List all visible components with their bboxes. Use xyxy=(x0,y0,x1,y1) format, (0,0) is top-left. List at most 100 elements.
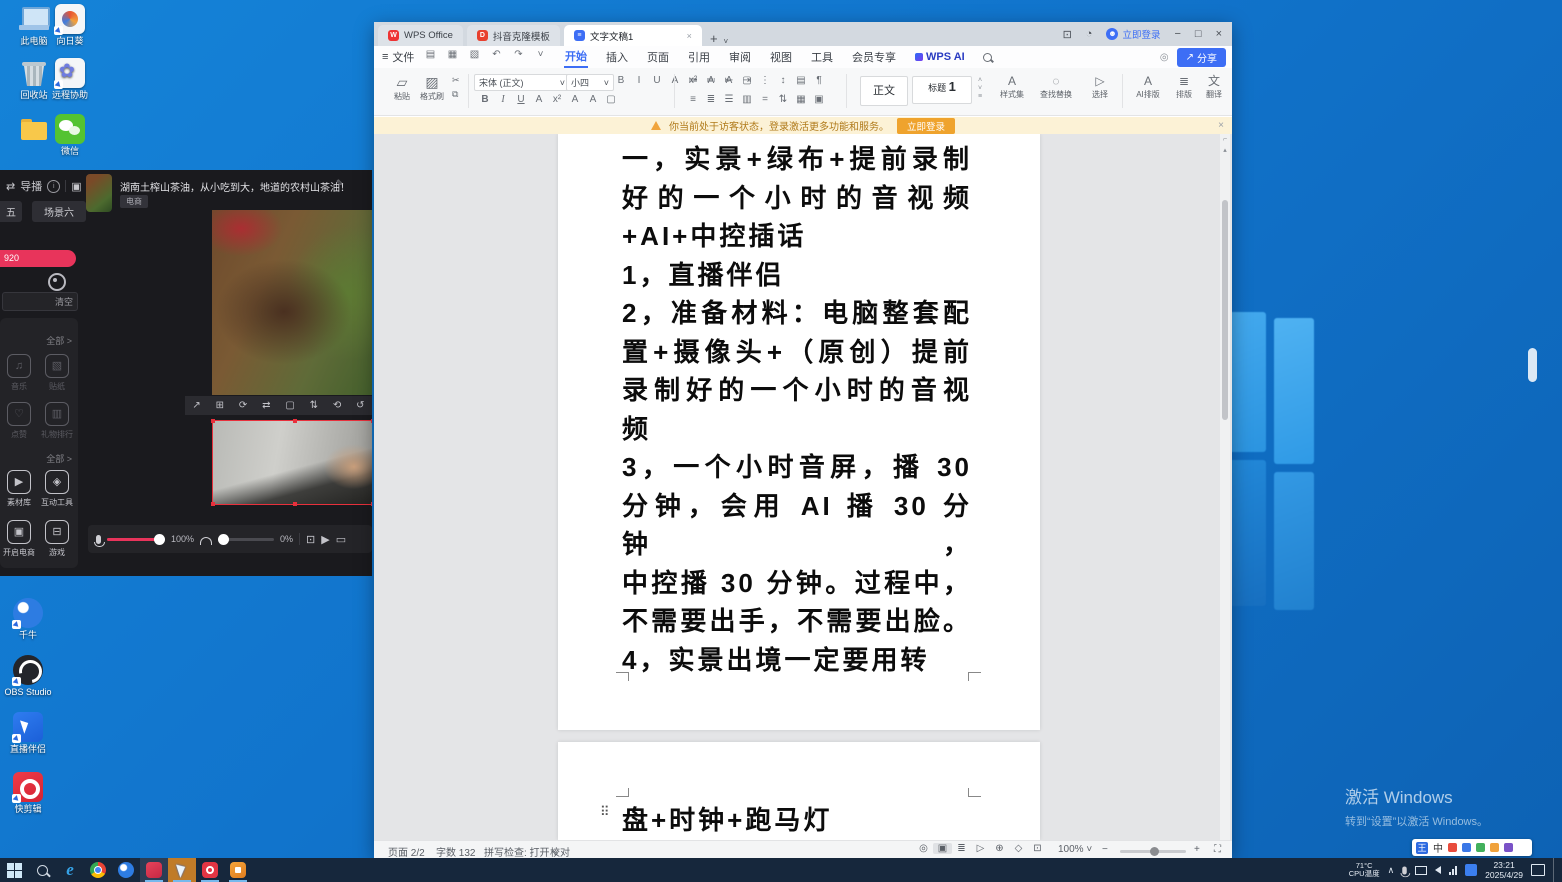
distribute-icon[interactable]: = xyxy=(756,94,774,105)
input-method-tray-icon[interactable] xyxy=(1465,864,1477,876)
crop-icon[interactable]: ▢ xyxy=(285,400,294,411)
rotate-icon[interactable]: ⟳ xyxy=(239,400,247,411)
cut-icon[interactable]: ✂ xyxy=(452,75,460,86)
vertical-scrollbar[interactable]: ⌐ ▴ xyxy=(1220,134,1230,840)
microphone-icon[interactable] xyxy=(96,535,101,544)
zoom-slider[interactable] xyxy=(1120,850,1186,853)
tab-review[interactable]: 审阅 xyxy=(728,47,752,67)
tab-list-dropdown-icon[interactable]: ˅ xyxy=(724,37,729,46)
skin-settings-icon[interactable]: ◔ xyxy=(1086,28,1093,40)
redo-icon[interactable]: ↷ xyxy=(512,49,525,60)
shading-icon[interactable]: ▤ xyxy=(792,75,810,86)
zoom-level[interactable]: 100% ˅ xyxy=(1058,844,1092,855)
tab-page[interactable]: 页面 xyxy=(646,47,670,67)
screen-share-icon[interactable]: ▭ xyxy=(336,533,346,546)
taskbar-search-button[interactable] xyxy=(28,858,56,882)
layout-mode-icon[interactable]: ⊡ xyxy=(1063,28,1072,41)
align-right-icon[interactable]: ☰ xyxy=(720,94,738,105)
expand-icon[interactable]: ↗ xyxy=(192,400,200,411)
align-left-icon[interactable]: ≡ xyxy=(684,94,702,105)
comment-input[interactable]: 清空 xyxy=(2,292,78,311)
superscript-icon[interactable]: x² xyxy=(548,94,566,105)
tool-gift-ranking[interactable]: ▥ 礼物排行 xyxy=(38,402,76,440)
action-center-icon[interactable] xyxy=(1531,864,1545,876)
taskbar-chrome[interactable] xyxy=(84,858,112,882)
scroll-up-icon[interactable]: ▴ xyxy=(1220,146,1230,154)
speaker-tray-icon[interactable] xyxy=(1435,866,1441,874)
copy-icon[interactable]: ⧉ xyxy=(452,89,460,100)
display-tray-icon[interactable] xyxy=(1415,866,1427,875)
style-set-button[interactable]: A 样式集 xyxy=(992,74,1032,100)
all-tools-link[interactable]: 全部 > xyxy=(46,334,72,347)
reset-icon[interactable]: ⟲ xyxy=(333,400,341,411)
tool-game[interactable]: ⊟ 游戏 xyxy=(38,520,76,558)
font-name-select[interactable]: 宋体 (正文)˅ xyxy=(474,74,570,91)
ime-logo-icon[interactable]: 王 xyxy=(1416,842,1428,854)
notice-close-icon[interactable]: × xyxy=(1218,120,1224,131)
tool-music[interactable]: ♫ 音乐 xyxy=(0,354,38,392)
tool-ecommerce[interactable]: ▣ 开启电商 xyxy=(0,520,38,558)
page-2[interactable]: ⠿ 盘+时钟+跑马灯 xyxy=(558,742,1040,840)
paste-button[interactable]: ▱ 粘贴 xyxy=(388,73,416,102)
gallery-down-icon[interactable]: ˅ xyxy=(978,85,982,92)
ime-tool-icon[interactable] xyxy=(1462,843,1471,852)
tab-douyin-template[interactable]: D 抖音克隆模板 xyxy=(467,25,560,46)
edit-title-icon[interactable]: ✎ xyxy=(336,178,344,189)
char-shading-icon[interactable]: ▢ xyxy=(602,94,620,105)
camera-icon[interactable]: ▶ xyxy=(321,533,329,546)
clear-button[interactable]: 清空 xyxy=(55,295,73,308)
outline-view-icon[interactable]: ≣ xyxy=(952,843,971,854)
new-tab-button[interactable]: + xyxy=(710,31,718,46)
edit-mode-icon[interactable]: ◇ xyxy=(1009,843,1028,854)
taskbar-live-companion[interactable] xyxy=(168,858,196,882)
ime-tool-icon[interactable] xyxy=(1448,843,1457,852)
record-target-icon[interactable] xyxy=(48,273,66,291)
desktop-icon-blue-app[interactable]: 千牛 xyxy=(0,598,56,640)
tab-tools[interactable]: 工具 xyxy=(810,47,834,67)
desktop-icon-wechat[interactable]: 微信 xyxy=(42,114,98,156)
taskbar-red-app[interactable] xyxy=(140,858,168,882)
grid-icon[interactable]: ⊞ xyxy=(216,400,224,411)
tab-home[interactable]: 开始 xyxy=(564,46,588,68)
taskbar-clock[interactable]: 23:212025/4/29 xyxy=(1485,860,1523,880)
ai-typeset-button[interactable]: A AI排版 xyxy=(1128,74,1168,100)
line-spacing-icon[interactable]: ↕ xyxy=(774,75,792,86)
document-text[interactable]: 一，实景+绿布+提前录制 好的一个小时的音视频 +AI+中控插话 1，直播伴侣 … xyxy=(622,140,972,679)
customize-toolbar-icon[interactable]: ˅ xyxy=(534,49,547,60)
desktop-icon-sunflower[interactable]: 向日葵 xyxy=(42,4,98,46)
sort-icon[interactable]: ⇅ xyxy=(774,94,792,105)
tool-like[interactable]: ♡ 点赞 xyxy=(0,402,38,440)
tool-interactive[interactable]: ◈ 互动工具 xyxy=(38,470,76,508)
grow-font-icon[interactable]: A xyxy=(666,75,684,86)
read-mode-icon[interactable]: ▷ xyxy=(971,843,990,854)
eye-protect-icon[interactable]: ◎ xyxy=(914,843,933,854)
taskbar-edge[interactable]: e xyxy=(56,858,84,882)
desktop-icon-recorder[interactable]: 快剪辑 xyxy=(0,772,56,814)
borders-icon[interactable]: ▦ xyxy=(792,94,810,105)
flip-horizontal-icon[interactable]: ⇄ xyxy=(262,400,270,411)
notice-login-button[interactable]: 立即登录 xyxy=(897,118,955,134)
font-size-select[interactable]: 小四˅ xyxy=(566,74,614,91)
ime-toolbar[interactable]: 王 中 xyxy=(1412,839,1532,856)
taskbar-browser[interactable] xyxy=(112,858,140,882)
underline-icon[interactable]: U xyxy=(512,94,530,105)
proofread-button[interactable]: 校对 xyxy=(550,844,570,859)
outdent-icon[interactable]: ⇤ xyxy=(720,75,738,86)
scene-tab-6[interactable]: 场景六 xyxy=(32,201,86,222)
tab-wps-home[interactable]: W WPS Office xyxy=(378,25,463,46)
gallery-up-icon[interactable]: ˄ xyxy=(978,77,982,84)
style-heading-1[interactable]: 标题 1 xyxy=(912,76,972,104)
room-cover-thumbnail[interactable] xyxy=(86,174,112,212)
print-preview-icon[interactable]: ▧ xyxy=(468,49,481,60)
more-lists-icon[interactable]: ⋮ xyxy=(756,75,774,86)
screenshot-icon[interactable]: ⊡ xyxy=(306,533,315,546)
fit-page-icon[interactable]: ⊡ xyxy=(1028,843,1047,854)
show-desktop-button[interactable] xyxy=(1553,858,1558,882)
ruler-toggle-icon[interactable]: ⌐ xyxy=(1220,136,1230,143)
maximize-button[interactable]: □ xyxy=(1195,28,1202,40)
read-mode-icon[interactable]: ◎ xyxy=(1160,52,1169,63)
save-icon[interactable]: ▤ xyxy=(424,49,437,60)
close-tab-icon[interactable]: × xyxy=(687,31,692,41)
popout-icon[interactable]: ▣ xyxy=(71,180,81,193)
page-1[interactable]: 一，实景+绿布+提前录制 好的一个小时的音视频 +AI+中控插话 1，直播伴侣 … xyxy=(558,134,1040,730)
